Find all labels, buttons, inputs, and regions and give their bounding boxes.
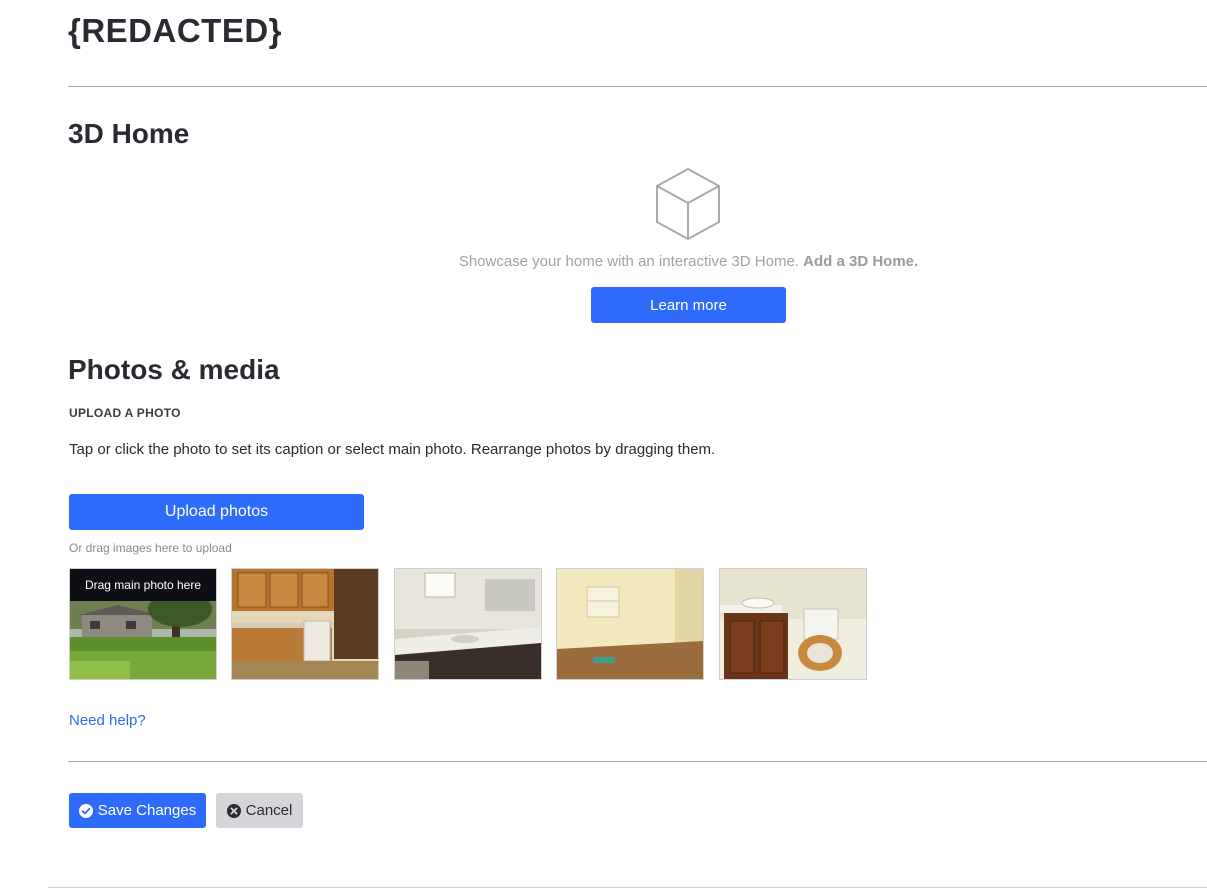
cube-icon [656,168,720,240]
upload-photo-label: UPLOAD A PHOTO [69,406,181,420]
save-changes-button[interactable]: Save Changes [69,793,206,828]
edit-photos-page: {REDACTED} 3D Home Showcase your home wi… [0,0,1207,892]
section-title-3d-home: 3D Home [68,118,190,149]
header-divider [68,86,1207,87]
kitchen-photo [232,569,378,679]
3d-home-description: Showcase your home with an interactive 3… [0,253,1207,270]
cancel-label: Cancel [245,802,293,819]
need-help-link[interactable]: Need help? [69,712,146,729]
photo-instructions: Tap or click the photo to set its captio… [69,441,716,458]
add-3d-home-text: Add a 3D Home. [803,253,919,270]
drag-upload-hint: Or drag images here to upload [69,541,232,555]
check-circle-icon [78,803,93,818]
photo-thumbnail-bathroom-toilet[interactable] [719,568,867,680]
main-photo-tag: Drag main photo here [70,569,216,601]
photo-thumbnail-exterior[interactable]: Drag main photo here [69,568,217,680]
section-title-photos-media: Photos & media [68,354,280,385]
upload-photos-button[interactable]: Upload photos [69,494,364,530]
empty-bedroom-photo [557,569,703,679]
photo-thumbnail-kitchen[interactable] [231,568,379,680]
actions-divider [68,761,1207,762]
cancel-button[interactable]: Cancel [216,793,303,828]
photo-thumbnail-bathroom-vanity[interactable] [394,568,542,680]
brand-title: {REDACTED} [68,12,283,49]
showcase-text: Showcase your home with an interactive 3… [458,253,799,270]
bathroom-vanity-photo [395,569,541,679]
bathroom-toilet-photo [720,569,866,679]
close-circle-icon [226,803,241,818]
save-changes-label: Save Changes [97,802,197,819]
footer-divider [48,887,1207,888]
learn-more-button[interactable]: Learn more [591,287,786,323]
photo-thumbnail-empty-bedroom[interactable] [556,568,704,680]
